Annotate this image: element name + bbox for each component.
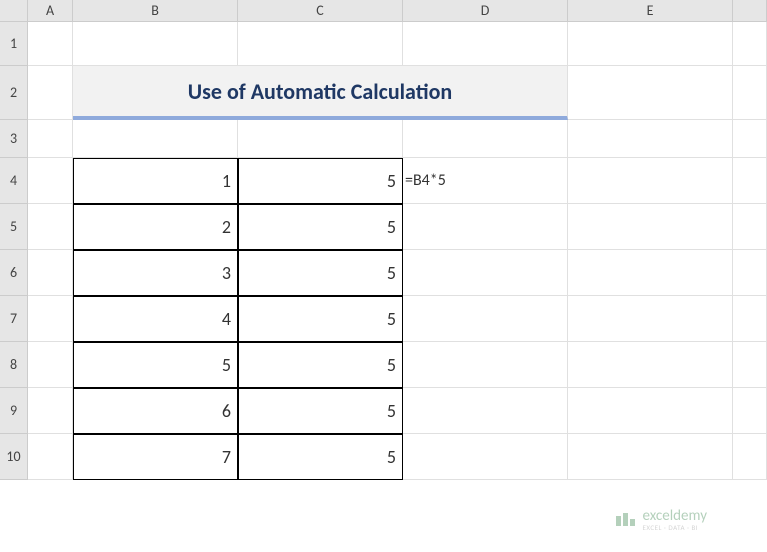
cell-D5[interactable] bbox=[403, 204, 568, 250]
watermark-text: exceldemy EXCEL · DATA · BI bbox=[643, 509, 707, 531]
row-header-2[interactable]: 2 bbox=[0, 66, 28, 120]
cell-D10[interactable] bbox=[403, 434, 568, 480]
cell-A7[interactable] bbox=[28, 296, 73, 342]
row-5: 5 2 5 bbox=[0, 204, 767, 250]
row-8: 8 5 5 bbox=[0, 342, 767, 388]
row-header-1[interactable]: 1 bbox=[0, 22, 28, 66]
cell-C10[interactable]: 5 bbox=[238, 434, 403, 480]
watermark-sub: EXCEL · DATA · BI bbox=[643, 524, 707, 531]
cell-E10[interactable] bbox=[568, 434, 733, 480]
cell-C8[interactable]: 5 bbox=[238, 342, 403, 388]
cell-C6[interactable]: 5 bbox=[238, 250, 403, 296]
watermark-main: exceldemy bbox=[643, 509, 707, 524]
row-9: 9 6 5 bbox=[0, 388, 767, 434]
cell-E4[interactable] bbox=[568, 158, 733, 204]
row-header-9[interactable]: 9 bbox=[0, 388, 28, 434]
cell-B9[interactable]: 6 bbox=[73, 388, 238, 434]
cell-F4[interactable] bbox=[733, 158, 767, 204]
cell-A3[interactable] bbox=[28, 120, 73, 158]
cell-F6[interactable] bbox=[733, 250, 767, 296]
cell-A5[interactable] bbox=[28, 204, 73, 250]
cell-E7[interactable] bbox=[568, 296, 733, 342]
cell-F5[interactable] bbox=[733, 204, 767, 250]
cell-D7[interactable] bbox=[403, 296, 568, 342]
cell-B6[interactable]: 3 bbox=[73, 250, 238, 296]
col-header-C[interactable]: C bbox=[238, 0, 403, 22]
cell-F8[interactable] bbox=[733, 342, 767, 388]
cell-C4[interactable]: 5 bbox=[238, 158, 403, 204]
col-header-A[interactable]: A bbox=[28, 0, 73, 22]
cell-F3[interactable] bbox=[733, 120, 767, 158]
col-header-E[interactable]: E bbox=[568, 0, 733, 22]
cell-B1[interactable] bbox=[73, 22, 238, 66]
col-header-D[interactable]: D bbox=[403, 0, 568, 22]
row-header-3[interactable]: 3 bbox=[0, 120, 28, 158]
col-header-B[interactable]: B bbox=[73, 0, 238, 22]
cell-D9[interactable] bbox=[403, 388, 568, 434]
spreadsheet-grid: A B C D E 1 2 Use of Automatic Calculati… bbox=[0, 0, 767, 480]
cell-D1[interactable] bbox=[403, 22, 568, 66]
cell-C1[interactable] bbox=[238, 22, 403, 66]
row-7: 7 4 5 bbox=[0, 296, 767, 342]
cell-B5[interactable]: 2 bbox=[73, 204, 238, 250]
cell-A1[interactable] bbox=[28, 22, 73, 66]
row-4: 4 1 5 =B4*5 bbox=[0, 158, 767, 204]
cell-E2[interactable] bbox=[568, 66, 733, 120]
row-header-4[interactable]: 4 bbox=[0, 158, 28, 204]
cell-C9[interactable]: 5 bbox=[238, 388, 403, 434]
cell-F1[interactable] bbox=[733, 22, 767, 66]
row-1: 1 bbox=[0, 22, 767, 66]
cell-F2[interactable] bbox=[733, 66, 767, 120]
watermark: exceldemy EXCEL · DATA · BI bbox=[613, 508, 707, 532]
row-header-6[interactable]: 6 bbox=[0, 250, 28, 296]
row-header-7[interactable]: 7 bbox=[0, 296, 28, 342]
row-header-8[interactable]: 8 bbox=[0, 342, 28, 388]
select-all-corner[interactable] bbox=[0, 0, 28, 22]
row-2: 2 Use of Automatic Calculation bbox=[0, 66, 767, 120]
cell-F10[interactable] bbox=[733, 434, 767, 480]
watermark-icon bbox=[613, 508, 637, 532]
cell-C3[interactable] bbox=[238, 120, 403, 158]
cell-F9[interactable] bbox=[733, 388, 767, 434]
cell-D3[interactable] bbox=[403, 120, 568, 158]
row-header-10[interactable]: 10 bbox=[0, 434, 28, 480]
cell-D4-formula[interactable]: =B4*5 bbox=[403, 158, 568, 204]
cell-B3[interactable] bbox=[73, 120, 238, 158]
title-cell[interactable]: Use of Automatic Calculation bbox=[73, 66, 568, 120]
cell-B10[interactable]: 7 bbox=[73, 434, 238, 480]
col-header-F[interactable] bbox=[733, 0, 767, 22]
cell-C7[interactable]: 5 bbox=[238, 296, 403, 342]
cell-A6[interactable] bbox=[28, 250, 73, 296]
cell-E8[interactable] bbox=[568, 342, 733, 388]
cell-A9[interactable] bbox=[28, 388, 73, 434]
cell-B4[interactable]: 1 bbox=[73, 158, 238, 204]
cell-A2[interactable] bbox=[28, 66, 73, 120]
cell-B7[interactable]: 4 bbox=[73, 296, 238, 342]
row-10: 10 7 5 bbox=[0, 434, 767, 480]
row-6: 6 3 5 bbox=[0, 250, 767, 296]
row-3: 3 bbox=[0, 120, 767, 158]
cell-E1[interactable] bbox=[568, 22, 733, 66]
cell-E5[interactable] bbox=[568, 204, 733, 250]
cell-C5[interactable]: 5 bbox=[238, 204, 403, 250]
column-headers: A B C D E bbox=[0, 0, 767, 22]
cell-F7[interactable] bbox=[733, 296, 767, 342]
cell-E3[interactable] bbox=[568, 120, 733, 158]
cell-A10[interactable] bbox=[28, 434, 73, 480]
cell-E6[interactable] bbox=[568, 250, 733, 296]
cell-A8[interactable] bbox=[28, 342, 73, 388]
cell-A4[interactable] bbox=[28, 158, 73, 204]
cell-D6[interactable] bbox=[403, 250, 568, 296]
cell-B8[interactable]: 5 bbox=[73, 342, 238, 388]
cell-E9[interactable] bbox=[568, 388, 733, 434]
row-header-5[interactable]: 5 bbox=[0, 204, 28, 250]
cell-D8[interactable] bbox=[403, 342, 568, 388]
